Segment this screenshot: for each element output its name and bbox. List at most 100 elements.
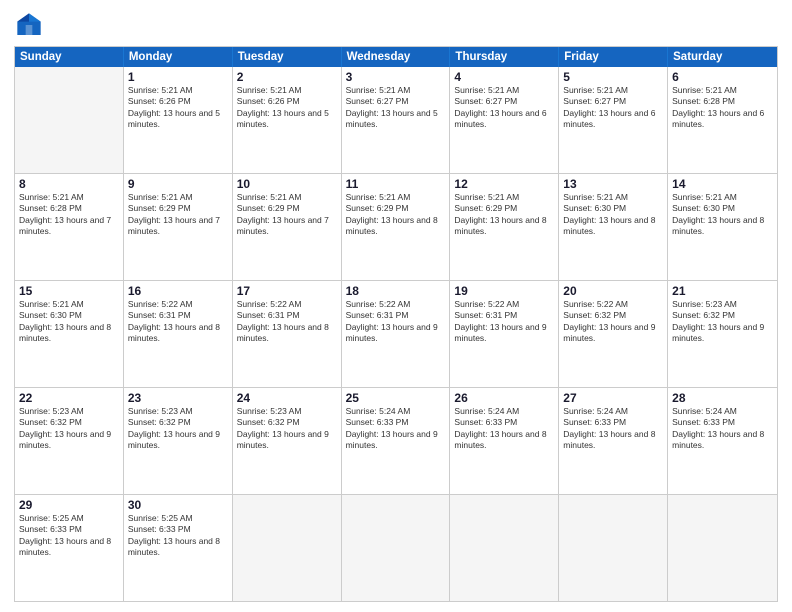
cal-header-day: Wednesday xyxy=(342,47,451,67)
cal-cell: 10Sunrise: 5:21 AMSunset: 6:29 PMDayligh… xyxy=(233,174,342,280)
day-info: Sunrise: 5:25 AMSunset: 6:33 PMDaylight:… xyxy=(128,513,228,559)
calendar-header: SundayMondayTuesdayWednesdayThursdayFrid… xyxy=(15,47,777,67)
cal-cell: 21Sunrise: 5:23 AMSunset: 6:32 PMDayligh… xyxy=(668,281,777,387)
day-info: Sunrise: 5:21 AMSunset: 6:29 PMDaylight:… xyxy=(237,192,337,238)
cal-cell: 17Sunrise: 5:22 AMSunset: 6:31 PMDayligh… xyxy=(233,281,342,387)
day-info: Sunrise: 5:21 AMSunset: 6:26 PMDaylight:… xyxy=(128,85,228,131)
day-info: Sunrise: 5:24 AMSunset: 6:33 PMDaylight:… xyxy=(563,406,663,452)
day-info: Sunrise: 5:21 AMSunset: 6:27 PMDaylight:… xyxy=(563,85,663,131)
cal-cell: 12Sunrise: 5:21 AMSunset: 6:29 PMDayligh… xyxy=(450,174,559,280)
day-number: 10 xyxy=(237,177,337,191)
cal-header-day: Monday xyxy=(124,47,233,67)
cal-cell xyxy=(15,67,124,173)
cal-cell: 3Sunrise: 5:21 AMSunset: 6:27 PMDaylight… xyxy=(342,67,451,173)
day-number: 15 xyxy=(19,284,119,298)
cal-header-day: Saturday xyxy=(668,47,777,67)
logo xyxy=(14,10,48,40)
day-info: Sunrise: 5:24 AMSunset: 6:33 PMDaylight:… xyxy=(672,406,773,452)
logo-icon xyxy=(14,10,44,40)
cal-cell: 22Sunrise: 5:23 AMSunset: 6:32 PMDayligh… xyxy=(15,388,124,494)
cal-cell: 16Sunrise: 5:22 AMSunset: 6:31 PMDayligh… xyxy=(124,281,233,387)
cal-cell: 5Sunrise: 5:21 AMSunset: 6:27 PMDaylight… xyxy=(559,67,668,173)
day-info: Sunrise: 5:24 AMSunset: 6:33 PMDaylight:… xyxy=(346,406,446,452)
day-number: 24 xyxy=(237,391,337,405)
cal-cell: 9Sunrise: 5:21 AMSunset: 6:29 PMDaylight… xyxy=(124,174,233,280)
day-number: 20 xyxy=(563,284,663,298)
cal-row: 15Sunrise: 5:21 AMSunset: 6:30 PMDayligh… xyxy=(15,280,777,387)
day-info: Sunrise: 5:21 AMSunset: 6:29 PMDaylight:… xyxy=(128,192,228,238)
day-info: Sunrise: 5:21 AMSunset: 6:29 PMDaylight:… xyxy=(454,192,554,238)
day-number: 9 xyxy=(128,177,228,191)
day-number: 5 xyxy=(563,70,663,84)
calendar-body: 1Sunrise: 5:21 AMSunset: 6:26 PMDaylight… xyxy=(15,67,777,601)
day-number: 6 xyxy=(672,70,773,84)
day-info: Sunrise: 5:21 AMSunset: 6:28 PMDaylight:… xyxy=(19,192,119,238)
cal-header-day: Thursday xyxy=(450,47,559,67)
day-number: 28 xyxy=(672,391,773,405)
header xyxy=(14,10,778,40)
day-number: 11 xyxy=(346,177,446,191)
day-info: Sunrise: 5:21 AMSunset: 6:28 PMDaylight:… xyxy=(672,85,773,131)
cal-header-day: Tuesday xyxy=(233,47,342,67)
day-info: Sunrise: 5:23 AMSunset: 6:32 PMDaylight:… xyxy=(237,406,337,452)
day-info: Sunrise: 5:21 AMSunset: 6:29 PMDaylight:… xyxy=(346,192,446,238)
cal-cell: 2Sunrise: 5:21 AMSunset: 6:26 PMDaylight… xyxy=(233,67,342,173)
cal-cell: 15Sunrise: 5:21 AMSunset: 6:30 PMDayligh… xyxy=(15,281,124,387)
day-number: 18 xyxy=(346,284,446,298)
day-number: 30 xyxy=(128,498,228,512)
cal-cell: 29Sunrise: 5:25 AMSunset: 6:33 PMDayligh… xyxy=(15,495,124,601)
day-info: Sunrise: 5:25 AMSunset: 6:33 PMDaylight:… xyxy=(19,513,119,559)
day-info: Sunrise: 5:21 AMSunset: 6:30 PMDaylight:… xyxy=(19,299,119,345)
day-number: 19 xyxy=(454,284,554,298)
day-number: 27 xyxy=(563,391,663,405)
day-number: 8 xyxy=(19,177,119,191)
cal-cell xyxy=(559,495,668,601)
cal-cell: 28Sunrise: 5:24 AMSunset: 6:33 PMDayligh… xyxy=(668,388,777,494)
cal-cell: 1Sunrise: 5:21 AMSunset: 6:26 PMDaylight… xyxy=(124,67,233,173)
cal-header-day: Friday xyxy=(559,47,668,67)
day-info: Sunrise: 5:24 AMSunset: 6:33 PMDaylight:… xyxy=(454,406,554,452)
cal-cell: 25Sunrise: 5:24 AMSunset: 6:33 PMDayligh… xyxy=(342,388,451,494)
day-info: Sunrise: 5:21 AMSunset: 6:30 PMDaylight:… xyxy=(672,192,773,238)
cal-cell xyxy=(233,495,342,601)
day-info: Sunrise: 5:21 AMSunset: 6:27 PMDaylight:… xyxy=(454,85,554,131)
day-info: Sunrise: 5:21 AMSunset: 6:27 PMDaylight:… xyxy=(346,85,446,131)
cal-cell xyxy=(668,495,777,601)
page: SundayMondayTuesdayWednesdayThursdayFrid… xyxy=(0,0,792,612)
day-number: 29 xyxy=(19,498,119,512)
cal-cell: 23Sunrise: 5:23 AMSunset: 6:32 PMDayligh… xyxy=(124,388,233,494)
day-info: Sunrise: 5:22 AMSunset: 6:31 PMDaylight:… xyxy=(346,299,446,345)
cal-cell xyxy=(450,495,559,601)
day-number: 14 xyxy=(672,177,773,191)
cal-header-day: Sunday xyxy=(15,47,124,67)
day-number: 1 xyxy=(128,70,228,84)
day-info: Sunrise: 5:22 AMSunset: 6:31 PMDaylight:… xyxy=(454,299,554,345)
day-number: 17 xyxy=(237,284,337,298)
cal-row: 1Sunrise: 5:21 AMSunset: 6:26 PMDaylight… xyxy=(15,67,777,173)
day-info: Sunrise: 5:23 AMSunset: 6:32 PMDaylight:… xyxy=(19,406,119,452)
day-number: 25 xyxy=(346,391,446,405)
day-info: Sunrise: 5:22 AMSunset: 6:31 PMDaylight:… xyxy=(128,299,228,345)
cal-cell: 13Sunrise: 5:21 AMSunset: 6:30 PMDayligh… xyxy=(559,174,668,280)
day-number: 12 xyxy=(454,177,554,191)
day-number: 16 xyxy=(128,284,228,298)
cal-cell: 30Sunrise: 5:25 AMSunset: 6:33 PMDayligh… xyxy=(124,495,233,601)
cal-cell: 11Sunrise: 5:21 AMSunset: 6:29 PMDayligh… xyxy=(342,174,451,280)
cal-cell: 26Sunrise: 5:24 AMSunset: 6:33 PMDayligh… xyxy=(450,388,559,494)
cal-cell: 20Sunrise: 5:22 AMSunset: 6:32 PMDayligh… xyxy=(559,281,668,387)
day-number: 3 xyxy=(346,70,446,84)
cal-row: 8Sunrise: 5:21 AMSunset: 6:28 PMDaylight… xyxy=(15,173,777,280)
cal-cell: 4Sunrise: 5:21 AMSunset: 6:27 PMDaylight… xyxy=(450,67,559,173)
day-info: Sunrise: 5:23 AMSunset: 6:32 PMDaylight:… xyxy=(672,299,773,345)
day-number: 26 xyxy=(454,391,554,405)
day-number: 4 xyxy=(454,70,554,84)
day-info: Sunrise: 5:21 AMSunset: 6:26 PMDaylight:… xyxy=(237,85,337,131)
cal-row: 22Sunrise: 5:23 AMSunset: 6:32 PMDayligh… xyxy=(15,387,777,494)
cal-cell: 14Sunrise: 5:21 AMSunset: 6:30 PMDayligh… xyxy=(668,174,777,280)
day-info: Sunrise: 5:21 AMSunset: 6:30 PMDaylight:… xyxy=(563,192,663,238)
day-number: 21 xyxy=(672,284,773,298)
cal-cell: 8Sunrise: 5:21 AMSunset: 6:28 PMDaylight… xyxy=(15,174,124,280)
cal-cell: 18Sunrise: 5:22 AMSunset: 6:31 PMDayligh… xyxy=(342,281,451,387)
day-number: 22 xyxy=(19,391,119,405)
day-info: Sunrise: 5:23 AMSunset: 6:32 PMDaylight:… xyxy=(128,406,228,452)
